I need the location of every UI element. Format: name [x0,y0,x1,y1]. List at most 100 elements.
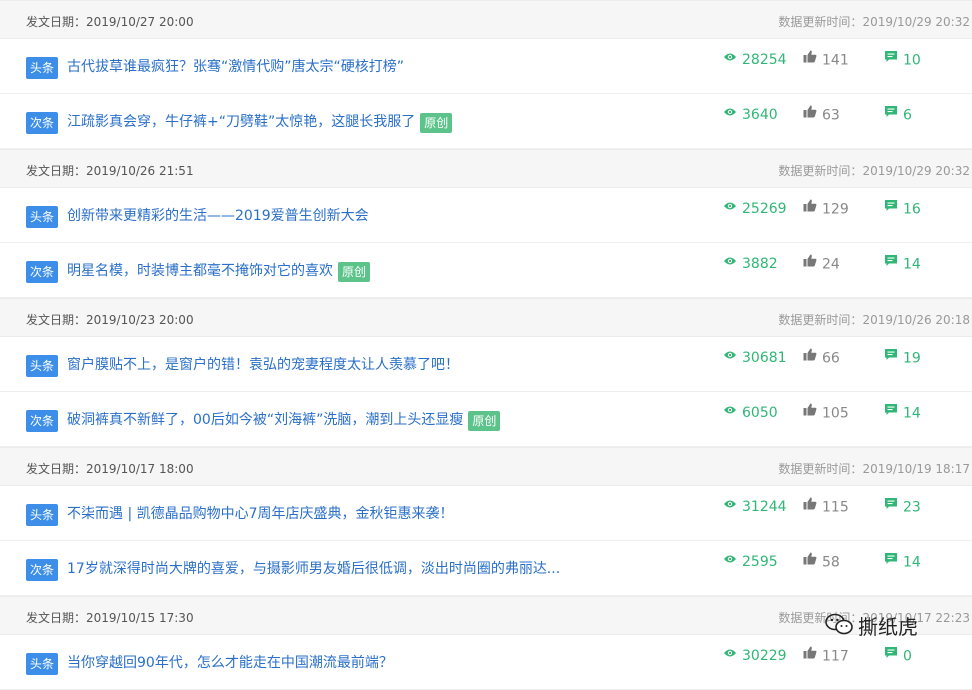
comments-stat: 0 [884,646,912,665]
views-stat: 30229 [723,648,787,664]
likes-stat: 63 [803,105,840,124]
views-stat: 30681 [723,350,787,366]
article-row: 头条 创新带来更精彩的生活——2019爱普生创新大会 25269 129 16 [0,188,972,243]
comments-stat: 6 [884,105,912,124]
comment-icon [884,105,898,122]
group-header: 发文日期：2019/10/26 21:51 数据更新时间：2019/10/29 … [0,149,972,188]
update-time: 数据更新时间：2019/10/29 20:32 [778,15,970,29]
eye-icon [723,105,737,121]
views-stat: 28254 [723,52,787,68]
publish-date: 发文日期：2019/10/26 21:51 [26,164,194,178]
thumbs-up-icon [803,348,817,365]
update-time: 数据更新时间：2019/10/26 20:18 [778,313,970,327]
wechat-icon [824,612,854,641]
views-stat: 2595 [723,554,778,570]
comment-icon [884,50,898,67]
group-header: 发文日期：2019/10/17 18:00 数据更新时间：2019/10/19 … [0,447,972,486]
eye-icon [723,348,737,364]
likes-stat: 141 [803,50,849,69]
comment-icon [884,254,898,271]
thumbs-up-icon [803,497,817,514]
thumbs-up-icon [803,552,817,569]
thumbs-up-icon [803,254,817,271]
position-tag: 次条 [26,410,58,432]
publish-date: 发文日期：2019/10/27 20:00 [26,15,194,29]
original-badge: 原创 [468,411,501,431]
views-stat: 3882 [723,256,778,272]
views-stat: 6050 [723,405,778,421]
watermark-text: 撕纸虎 [858,615,918,639]
likes-stat: 129 [803,199,849,218]
comment-icon [884,348,898,365]
watermark: 撕纸虎 [824,611,918,643]
update-time: 数据更新时间：2019/10/29 20:32 [778,164,970,178]
thumbs-up-icon [803,50,817,67]
likes-stat: 115 [803,497,849,516]
comments-stat: 14 [884,552,921,571]
views-stat: 3640 [723,107,778,123]
likes-stat: 66 [803,348,840,367]
comment-icon [884,403,898,420]
views-stat: 25269 [723,201,787,217]
article-title-link[interactable]: 当你穿越回90年代，怎么才能走在中国潮流最前端？ [67,652,393,672]
position-tag: 头条 [26,653,58,675]
article-title-link[interactable]: 江疏影真会穿，牛仔裤+“刀劈鞋”太惊艳，这腿长我服了 原创 [67,111,453,133]
position-tag: 次条 [26,261,58,283]
comments-stat: 23 [884,497,921,516]
eye-icon [723,497,737,513]
position-tag: 头条 [26,57,58,79]
position-tag: 次条 [26,559,58,581]
article-row: 次条 17岁就深得时尚大牌的喜爱，与摄影师男友婚后很低调，淡出时尚圈的弗丽达..… [0,541,972,596]
comments-stat: 16 [884,199,921,218]
article-title-link[interactable]: 不柒而遇 | 凯德晶品购物中心7周年店庆盛典，金秋钜惠来袭！ [67,503,454,523]
thumbs-up-icon [803,199,817,216]
comments-stat: 14 [884,254,921,273]
article-title-link[interactable]: 明星名模，时装博主都毫不掩饰对它的喜欢 原创 [67,260,371,282]
update-time: 数据更新时间：2019/10/19 18:17 [778,462,970,476]
comments-stat: 14 [884,403,921,422]
article-title-link[interactable]: 古代拔草谁最疯狂？张骞“激情代购”唐太宗“硬核打榜” [67,56,404,76]
eye-icon [723,254,737,270]
article-title-link[interactable]: 窗户膜贴不上，是窗户的错！袁弘的宠妻程度太让人羡慕了吧！ [67,354,459,374]
article-row: 头条 当你穿越回90年代，怎么才能走在中国潮流最前端？ 30229 117 0 [0,635,972,690]
article-row: 头条 窗户膜贴不上，是窗户的错！袁弘的宠妻程度太让人羡慕了吧！ 30681 66… [0,337,972,392]
likes-stat: 105 [803,403,849,422]
position-tag: 次条 [26,112,58,134]
likes-stat: 117 [803,646,849,665]
original-badge: 原创 [420,113,453,133]
eye-icon [723,646,737,662]
position-tag: 头条 [26,206,58,228]
article-row: 头条 不柒而遇 | 凯德晶品购物中心7周年店庆盛典，金秋钜惠来袭！ 31244 … [0,486,972,541]
thumbs-up-icon [803,105,817,122]
position-tag: 头条 [26,355,58,377]
eye-icon [723,403,737,419]
likes-stat: 58 [803,552,840,571]
thumbs-up-icon [803,646,817,663]
article-title-link[interactable]: 破洞裤真不新鲜了，00后如今被“刘海裤”洗脑，潮到上头还显瘦 原创 [67,409,501,431]
article-row: 次条 江疏影真会穿，牛仔裤+“刀劈鞋”太惊艳，这腿长我服了 原创 3640 63 … [0,94,972,149]
comment-icon [884,497,898,514]
article-title-link[interactable]: 17岁就深得时尚大牌的喜爱，与摄影师男友婚后很低调，淡出时尚圈的弗丽达... [67,558,560,578]
article-row: 次条 破洞裤真不新鲜了，00后如今被“刘海裤”洗脑，潮到上头还显瘦 原创 6050… [0,392,972,447]
likes-stat: 24 [803,254,840,273]
publish-date: 发文日期：2019/10/23 20:00 [26,313,194,327]
comment-icon [884,552,898,569]
original-badge: 原创 [338,262,371,282]
article-row: 头条 古代拔草谁最疯狂？张骞“激情代购”唐太宗“硬核打榜” 28254 141 … [0,39,972,94]
group-header: 发文日期：2019/10/27 20:00 数据更新时间：2019/10/29 … [0,0,972,39]
group-header: 发文日期：2019/10/23 20:00 数据更新时间：2019/10/26 … [0,298,972,337]
article-title-link[interactable]: 创新带来更精彩的生活——2019爱普生创新大会 [67,205,369,225]
views-stat: 31244 [723,499,787,515]
comments-stat: 10 [884,50,921,69]
article-row: 次条 明星名模，时装博主都毫不掩饰对它的喜欢 原创 3882 24 14 [0,243,972,298]
eye-icon [723,552,737,568]
article-list: 发文日期：2019/10/27 20:00 数据更新时间：2019/10/29 … [0,0,972,690]
thumbs-up-icon [803,403,817,420]
comment-icon [884,646,898,663]
publish-date: 发文日期：2019/10/17 18:00 [26,462,194,476]
comment-icon [884,199,898,216]
eye-icon [723,50,737,66]
publish-date: 发文日期：2019/10/15 17:30 [26,611,194,625]
position-tag: 头条 [26,504,58,526]
eye-icon [723,199,737,215]
